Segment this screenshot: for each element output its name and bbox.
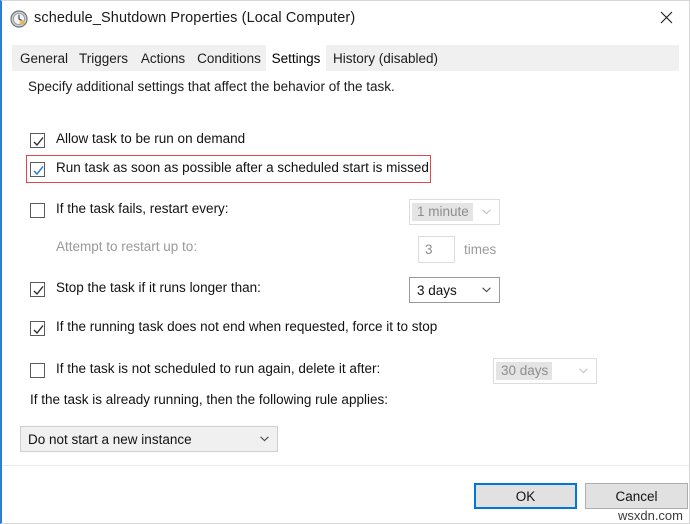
spinner-restart-count[interactable]: 3 bbox=[418, 236, 455, 263]
label-restart-on-failure: If the task fails, restart every: bbox=[56, 201, 229, 216]
label-stop-if-longer: Stop the task if it runs longer than: bbox=[56, 280, 261, 295]
checkbox-force-stop[interactable] bbox=[30, 321, 45, 336]
tab-triggers[interactable]: Triggers bbox=[73, 45, 134, 71]
combo-delete-after[interactable]: 30 days bbox=[493, 358, 597, 384]
label-force-stop: If the running task does not end when re… bbox=[56, 319, 438, 334]
combo-restart-interval-value: 1 minute bbox=[412, 203, 473, 221]
footer-divider bbox=[2, 465, 689, 466]
combo-instance-rule[interactable]: Do not start a new instance bbox=[20, 426, 278, 452]
label-run-asap-after-missed: Run task as soon as possible after a sch… bbox=[56, 160, 429, 175]
combo-stop-duration[interactable]: 3 days bbox=[409, 277, 500, 303]
watermark: wsxdn.com bbox=[617, 508, 683, 523]
cancel-button[interactable]: Cancel bbox=[585, 483, 688, 509]
chevron-down-icon bbox=[579, 368, 588, 374]
checkbox-delete-if-not-scheduled[interactable] bbox=[30, 363, 45, 378]
label-restart-count-unit: times bbox=[464, 242, 497, 257]
label-delete-if-not-scheduled: If the task is not scheduled to run agai… bbox=[56, 361, 381, 376]
chevron-down-icon bbox=[482, 209, 491, 215]
clock-icon bbox=[10, 10, 28, 28]
checkbox-restart-on-failure[interactable] bbox=[30, 203, 45, 218]
ok-button[interactable]: OK bbox=[474, 483, 577, 509]
tab-strip: General Triggers Actions Conditions Sett… bbox=[12, 45, 679, 72]
combo-restart-interval[interactable]: 1 minute bbox=[409, 199, 500, 225]
label-allow-on-demand: Allow task to be run on demand bbox=[56, 131, 246, 146]
spinner-restart-count-value: 3 bbox=[425, 242, 433, 257]
chevron-down-icon bbox=[260, 436, 269, 442]
window-title: schedule_Shutdown Properties (Local Comp… bbox=[34, 10, 356, 26]
label-attempt-restart: Attempt to restart up to: bbox=[56, 239, 198, 254]
checkbox-allow-on-demand[interactable] bbox=[30, 133, 45, 148]
tab-settings[interactable]: Settings bbox=[266, 45, 326, 72]
combo-instance-rule-value: Do not start a new instance bbox=[28, 431, 192, 447]
checkbox-stop-if-longer[interactable] bbox=[30, 282, 45, 297]
checkbox-run-asap-after-missed[interactable] bbox=[30, 162, 45, 177]
tab-conditions[interactable]: Conditions bbox=[192, 45, 266, 71]
label-already-running-rule: If the task is already running, then the… bbox=[30, 392, 388, 407]
tab-actions[interactable]: Actions bbox=[134, 45, 192, 71]
tab-history[interactable]: History (disabled) bbox=[327, 45, 444, 71]
chevron-down-icon bbox=[482, 287, 491, 293]
close-icon[interactable] bbox=[643, 1, 689, 33]
settings-panel: Specify additional settings that affect … bbox=[12, 71, 680, 467]
combo-delete-after-value: 30 days bbox=[496, 362, 553, 380]
dialog-footer: OK Cancel wsxdn.com bbox=[2, 465, 689, 523]
title-bar: schedule_Shutdown Properties (Local Comp… bbox=[2, 1, 689, 37]
tab-general[interactable]: General bbox=[15, 45, 73, 71]
panel-description: Specify additional settings that affect … bbox=[28, 79, 395, 94]
task-properties-window: schedule_Shutdown Properties (Local Comp… bbox=[0, 0, 690, 524]
combo-stop-duration-value: 3 days bbox=[417, 282, 457, 298]
